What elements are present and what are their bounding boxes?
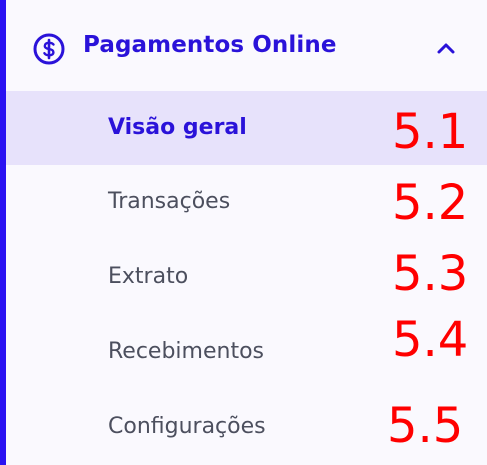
step-annotation-5-2: 5.2	[392, 175, 469, 231]
submenu-item-label: Recebimentos	[108, 339, 264, 364]
submenu-item-label: Configurações	[108, 414, 266, 439]
step-annotation-5-4: 5.4	[392, 312, 469, 368]
chevron-up-icon[interactable]	[434, 38, 458, 58]
menu-header-label: Pagamentos Online	[83, 32, 337, 58]
dollar-circle-icon	[33, 33, 65, 65]
payments-menu: Pagamentos Online Visão geral Transações…	[0, 0, 487, 465]
submenu-item-label: Extrato	[108, 264, 189, 289]
step-annotation-5-5: 5.5	[387, 398, 464, 454]
step-annotation-5-1: 5.1	[392, 104, 469, 160]
pagamentos-online-header[interactable]: Pagamentos Online	[6, 8, 487, 88]
submenu-item-label: Visão geral	[108, 115, 247, 140]
step-annotation-5-3: 5.3	[392, 246, 469, 302]
submenu-item-label: Transações	[108, 189, 231, 214]
